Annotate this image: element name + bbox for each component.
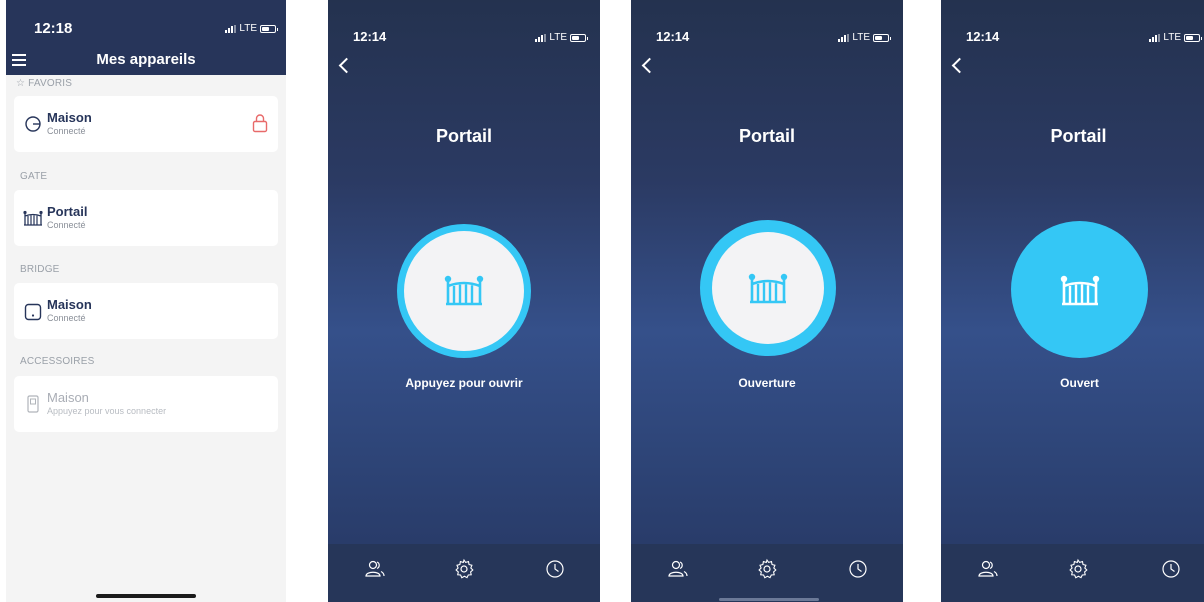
- device-name: Maison: [47, 297, 92, 312]
- back-icon[interactable]: [641, 57, 658, 74]
- bottom-tab-bar: [941, 544, 1204, 602]
- home-device-icon: [25, 116, 41, 132]
- accessory-icon: [27, 395, 39, 413]
- signal-icon: [535, 33, 547, 42]
- star-icon: ☆: [16, 78, 26, 89]
- section-favoris: ☆ FAVORIS: [16, 78, 73, 89]
- page-title: Mes appareils: [96, 51, 196, 68]
- signal-icon: [838, 33, 850, 42]
- gate-toggle-button[interactable]: [1011, 221, 1148, 358]
- device-card-favorite-maison[interactable]: Maison Connecté: [14, 96, 278, 152]
- device-name: Maison: [47, 110, 92, 125]
- status-icons: LTE: [225, 23, 278, 34]
- device-status: Appuyez pour vous connecter: [47, 406, 167, 416]
- section-bridge: BRIDGE: [20, 264, 60, 275]
- settings-icon[interactable]: [756, 558, 778, 580]
- gate-action-label: Appuyez pour ouvrir: [405, 376, 523, 390]
- page-title: Portail: [738, 126, 795, 146]
- gate-icon: [23, 210, 43, 226]
- home-indicator: [719, 598, 819, 601]
- device-status: Connecté: [47, 313, 86, 323]
- battery-icon: [873, 33, 891, 42]
- status-time: 12:14: [966, 29, 1000, 44]
- section-accessoires: ACCESSOIRES: [20, 356, 95, 367]
- network-label: LTE: [549, 32, 567, 43]
- users-icon[interactable]: [977, 558, 999, 580]
- status-icons: LTE: [838, 32, 891, 43]
- gate-toggle-button[interactable]: [700, 220, 836, 356]
- device-status: Connecté: [47, 126, 86, 136]
- lock-icon[interactable]: [252, 113, 268, 133]
- page-title: Portail: [1050, 126, 1107, 146]
- status-time: 12:18: [34, 20, 73, 37]
- bottom-tab-bar: [631, 544, 903, 602]
- device-name: Portail: [47, 204, 88, 219]
- network-label: LTE: [239, 23, 257, 34]
- section-gate: GATE: [20, 171, 48, 182]
- gate-action-label: Ouverture: [738, 376, 796, 390]
- battery-icon: [260, 24, 278, 33]
- gate-screen-opening: 12:14 LTE Portail Ouverture: [631, 0, 903, 602]
- signal-icon: [1149, 33, 1161, 42]
- device-card-bridge-maison[interactable]: Maison Connecté: [14, 283, 278, 339]
- bottom-tab-bar: [328, 544, 600, 602]
- top-bar: 12:18 LTE Mes appareils: [6, 0, 286, 75]
- status-icons: LTE: [535, 32, 588, 43]
- battery-icon: [570, 33, 588, 42]
- status-icons: LTE: [1149, 32, 1202, 43]
- device-name: Maison: [47, 390, 89, 405]
- gate-toggle-button[interactable]: [397, 224, 531, 358]
- bridge-icon: [24, 303, 42, 321]
- gate-screen-closed: 12:14 LTE Portail Appuyez pour ouvrir: [328, 0, 600, 602]
- device-status: Connecté: [47, 220, 86, 230]
- devices-screen: 12:18 LTE Mes appareils ☆ FAVORIS Maison…: [6, 0, 286, 602]
- back-icon[interactable]: [338, 57, 355, 74]
- page-title: Portail: [435, 126, 492, 146]
- home-indicator: [96, 594, 196, 598]
- users-icon[interactable]: [667, 558, 689, 580]
- gate-action-label: Ouvert: [1060, 376, 1099, 390]
- settings-icon[interactable]: [453, 558, 475, 580]
- users-icon[interactable]: [364, 558, 386, 580]
- back-icon[interactable]: [951, 57, 968, 74]
- battery-icon: [1184, 33, 1202, 42]
- settings-icon[interactable]: [1067, 558, 1089, 580]
- history-icon[interactable]: [1160, 558, 1182, 580]
- gate-screen-open: 12:14 LTE Portail Ouvert: [941, 0, 1204, 602]
- history-icon[interactable]: [847, 558, 869, 580]
- gate-icon: [1060, 275, 1100, 306]
- device-card-portail[interactable]: Portail Connecté: [14, 190, 278, 246]
- gate-icon: [444, 275, 484, 306]
- gate-icon: [748, 273, 788, 304]
- status-time: 12:14: [656, 29, 690, 44]
- status-time: 12:14: [353, 29, 387, 44]
- history-icon[interactable]: [544, 558, 566, 580]
- network-label: LTE: [852, 32, 870, 43]
- network-label: LTE: [1163, 32, 1181, 43]
- signal-icon: [225, 24, 237, 33]
- device-card-accessory-maison[interactable]: Maison Appuyez pour vous connecter: [14, 376, 278, 432]
